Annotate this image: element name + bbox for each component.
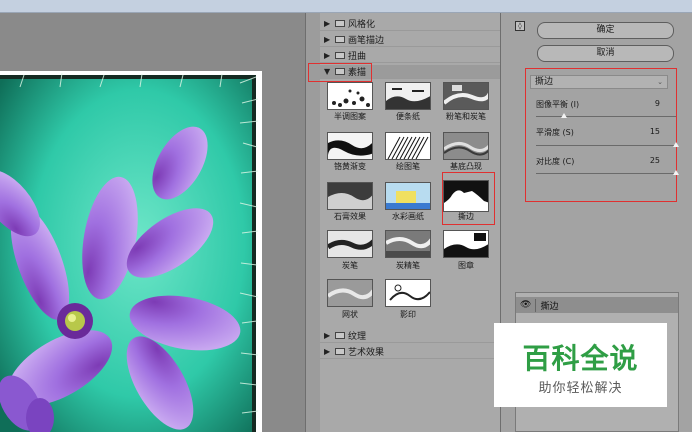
- thumb-label: 半调图案: [334, 112, 366, 121]
- thumb-label: 铬黄渐变: [334, 162, 366, 171]
- param-value-image-balance[interactable]: 9: [636, 99, 660, 108]
- param-label-smoothness: 平滑度 (S): [536, 128, 574, 137]
- slider-knob[interactable]: [673, 170, 679, 175]
- thumb-reticulation[interactable]: [327, 279, 373, 307]
- category-label: 纹理: [348, 332, 367, 342]
- param-value-contrast[interactable]: 25: [636, 156, 660, 165]
- effect-layer-label: 撕边: [535, 298, 558, 312]
- watermark-subtitle: 助你轻松解决: [538, 381, 623, 396]
- category-distort[interactable]: ▶ 扭曲: [320, 49, 500, 63]
- thumb-label: 撕边: [458, 212, 474, 221]
- thumb-note-paper[interactable]: [385, 82, 431, 110]
- category-label: 扭曲: [348, 52, 367, 62]
- thumb-label: 水彩画纸: [392, 212, 424, 221]
- thumb-chalk-charcoal[interactable]: [443, 82, 489, 110]
- collapsed-arrow-icon: ▶: [324, 51, 331, 60]
- thumb-label: 绘图笔: [396, 162, 420, 171]
- filter-preview[interactable]: [0, 13, 305, 432]
- slider-knob[interactable]: [673, 142, 679, 147]
- thumb-graphic-pen[interactable]: [385, 132, 431, 160]
- collapsed-arrow-icon: ▶: [324, 347, 331, 356]
- slider-contrast[interactable]: [536, 170, 679, 175]
- chevron-down-icon: ⌄: [657, 78, 663, 86]
- filter-settings-box: 撕边 ⌄ 图像平衡 (I) 9 平滑度 (S) 15 对比度 (C) 25: [525, 68, 679, 202]
- thumb-torn-edges[interactable]: [443, 180, 489, 212]
- filter-select[interactable]: 撕边 ⌄: [530, 75, 668, 89]
- collapsed-arrow-icon: ▶: [324, 35, 331, 44]
- panel-divider[interactable]: [305, 13, 321, 432]
- category-artistic[interactable]: ▶ 艺术效果: [320, 345, 500, 359]
- thumb-conte-crayon[interactable]: [385, 230, 431, 258]
- category-label: 风格化: [348, 20, 376, 30]
- thumb-label: 影印: [400, 310, 416, 319]
- folder-icon: [335, 332, 345, 339]
- category-sketch[interactable]: ▼ 素描: [320, 65, 500, 79]
- category-stylize[interactable]: ▶ 风格化: [320, 17, 500, 31]
- thumb-bas-relief[interactable]: [443, 132, 489, 160]
- folder-icon: [335, 52, 345, 59]
- thumb-label: 网状: [342, 310, 358, 319]
- thumb-label: 粉笔和炭笔: [446, 112, 486, 121]
- watermark-title: 百科全说: [522, 342, 639, 375]
- folder-icon: [335, 36, 345, 43]
- param-label-contrast: 对比度 (C): [536, 157, 575, 166]
- slider-smoothness[interactable]: [536, 142, 679, 147]
- ok-button[interactable]: 确定: [537, 22, 674, 39]
- category-label: 画笔描边: [348, 36, 385, 46]
- visibility-eye-icon[interactable]: 👁: [520, 300, 531, 310]
- folder-icon: [335, 20, 345, 27]
- thumb-label: 基底凸现: [450, 162, 482, 171]
- thumb-label: 图章: [458, 261, 474, 270]
- thumb-stamp[interactable]: [443, 230, 489, 258]
- collapsed-arrow-icon: ▶: [324, 19, 331, 28]
- thumb-label: 便条纸: [396, 112, 420, 121]
- category-label: 素描: [348, 68, 367, 78]
- thumb-halftone[interactable]: [327, 82, 373, 110]
- collapsed-arrow-icon: ▶: [324, 331, 331, 340]
- effect-layer-row[interactable]: 👁 撕边: [516, 297, 678, 313]
- slider-image-balance[interactable]: [536, 113, 676, 118]
- thumb-chrome[interactable]: [327, 132, 373, 160]
- window-title-bar: [0, 0, 692, 13]
- thumb-plaster[interactable]: [327, 182, 373, 210]
- thumb-label: 石膏效果: [334, 212, 366, 221]
- filter-gallery: ▶ 风格化 ▶ 画笔描边 ▶ 扭曲 ▼ 素描 半调图案 便条纸 粉笔和炭笔 铬黄…: [308, 13, 500, 432]
- thumb-charcoal[interactable]: [327, 230, 373, 258]
- thumb-label: 炭精笔: [396, 261, 420, 270]
- category-brush-strokes[interactable]: ▶ 画笔描边: [320, 33, 500, 47]
- thumb-photocopy[interactable]: [385, 279, 431, 307]
- watermark: 百科全说 助你轻松解决: [494, 323, 667, 407]
- category-texture[interactable]: ▶ 纹理: [320, 329, 500, 343]
- filter-select-value: 撕边: [535, 77, 554, 87]
- thumb-water-paper[interactable]: [385, 182, 431, 210]
- expanded-arrow-icon: ▼: [324, 67, 331, 76]
- param-value-smoothness[interactable]: 15: [636, 127, 660, 136]
- category-label: 艺术效果: [348, 348, 385, 358]
- thumb-label: 炭笔: [342, 261, 358, 270]
- cancel-button[interactable]: 取消: [537, 45, 674, 62]
- folder-icon: [335, 68, 345, 75]
- folder-icon: [335, 348, 345, 355]
- slider-knob[interactable]: [560, 113, 567, 118]
- preview-image: [0, 13, 305, 432]
- collapse-gallery-icon[interactable]: ◊: [515, 21, 525, 31]
- param-label-image-balance: 图像平衡 (I): [536, 100, 580, 109]
